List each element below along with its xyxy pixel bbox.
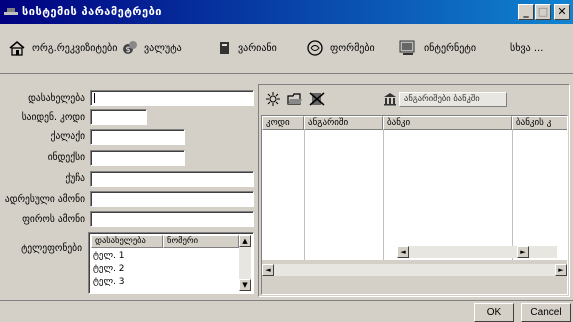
city-label: ქალაქი <box>50 131 85 142</box>
grid-header: კოდი ანგარიში ბანკი ბანკის კ <box>262 116 567 130</box>
bank-accounts-field[interactable]: ანგარიშები ბანკში <box>399 92 507 107</box>
toolbar-currency-button[interactable]: $ ვალუტა <box>122 38 182 58</box>
toolbar-currency-label: ვალუტა <box>144 42 182 54</box>
fact-address-input[interactable] <box>91 212 253 226</box>
toolbar: ორგ.რეკვიზიტები $ ვალუტა ვარიანი ფორმები <box>0 24 573 74</box>
toolbar-requisites-button[interactable]: ორგ.რეკვიზიტები <box>8 38 117 58</box>
toolbar-requisites-label: ორგ.რეკვიზიტები <box>32 42 118 54</box>
settings-window: სისტემის პარამეტრები _ □ ✕ ორგ.რეკვიზიტე… <box>0 0 573 322</box>
street-label: ქუჩა <box>65 173 85 184</box>
minimize-button[interactable]: _ <box>518 4 534 20</box>
grid-col-account[interactable]: ანგარიში <box>304 116 383 130</box>
cancel-button[interactable]: Cancel <box>521 303 571 322</box>
book-icon <box>220 42 229 54</box>
phones-label: ტელეფონები <box>21 243 82 254</box>
column-divider <box>383 130 384 260</box>
scroll-down-button[interactable]: ▼ <box>239 279 251 291</box>
phones-table[interactable]: დასახელება ნომერი ტელ. 1 ტელ. 2 ტელ. 3 ▲… <box>88 232 254 294</box>
index-field[interactable] <box>90 150 185 166</box>
bank-accounts-grid[interactable]: კოდი ანგარიში ბანკი ბანკის კ ◄ ► ◄ ► <box>261 115 568 295</box>
legal-address-label: ადრესული ამონი <box>4 194 85 205</box>
phones-vertical-scrollbar[interactable]: ▲ ▼ <box>239 235 251 291</box>
tax-code-label: საიდენ. კოდი <box>21 112 85 123</box>
fact-address-field[interactable] <box>90 211 254 227</box>
scroll-right-button[interactable]: ► <box>517 246 529 258</box>
legal-address-field[interactable] <box>90 191 254 207</box>
name-input[interactable] <box>91 91 253 105</box>
bank-icon <box>384 93 396 106</box>
legal-address-input[interactable] <box>91 192 253 206</box>
toolbar-internet-button[interactable]: ინტერნეტი <box>398 38 476 58</box>
text-caret <box>94 93 95 103</box>
grid-col-code[interactable]: კოდი <box>262 116 304 130</box>
grid-col-bank[interactable]: ბანკი <box>383 116 512 130</box>
city-input[interactable] <box>91 130 184 144</box>
internet-icon <box>399 40 415 55</box>
street-field[interactable] <box>90 171 254 187</box>
phones-col-number[interactable]: ნომერი <box>163 235 239 248</box>
bank-accounts-panel: ანგარიშები ბანკში კოდი ანგარიში ბანკი ბა… <box>258 84 570 297</box>
tax-code-field[interactable] <box>90 109 147 125</box>
toolbar-other-label: სხვა ... <box>510 42 544 54</box>
title-bar[interactable]: სისტემის პარამეტრები _ □ ✕ <box>0 0 573 24</box>
separator <box>0 300 573 301</box>
window-title: სისტემის პარამეტრები <box>22 5 162 18</box>
ok-button[interactable]: OK <box>474 303 514 322</box>
scroll-up-button[interactable]: ▲ <box>239 235 251 247</box>
grid-col-bank-code[interactable]: ბანკის კ <box>512 116 567 130</box>
name-field[interactable] <box>90 90 254 106</box>
scroll-left-button[interactable]: ◄ <box>397 246 409 258</box>
list-item[interactable]: ტელ. 1 <box>93 251 125 261</box>
sun-icon[interactable] <box>265 91 281 107</box>
list-item[interactable]: ტელ. 2 <box>93 264 125 274</box>
open-folder-icon[interactable] <box>287 91 303 107</box>
toolbar-plan-label: ვარიანი <box>238 42 277 54</box>
list-item[interactable]: ტელ. 3 <box>93 277 125 287</box>
bank-toolbar: ანგარიშები ბანკში <box>259 85 569 113</box>
column-divider <box>304 130 305 260</box>
column-divider <box>512 130 513 260</box>
scroll-right-button[interactable]: ► <box>555 264 567 276</box>
toolbar-other-button[interactable]: სხვა ... <box>510 38 543 58</box>
phones-header: დასახელება ნომერი <box>91 235 239 248</box>
toolbar-plan-button[interactable]: ვარიანი <box>218 38 277 58</box>
toolbar-forms-label: ფორმები <box>330 42 375 54</box>
currency-icon: $ <box>123 41 137 54</box>
tax-code-input[interactable] <box>91 110 146 124</box>
forms-icon <box>307 40 323 56</box>
name-label: დასახელება <box>28 93 85 104</box>
close-button[interactable]: ✕ <box>554 4 570 20</box>
delete-icon[interactable] <box>309 91 325 107</box>
fact-address-label: ფიროს ამონი <box>22 214 85 225</box>
phones-col-name[interactable]: დასახელება <box>91 235 163 248</box>
city-field[interactable] <box>90 129 185 145</box>
scroll-left-button[interactable]: ◄ <box>262 264 274 276</box>
grid-horizontal-scrollbar[interactable]: ◄ ► <box>262 264 567 276</box>
street-input[interactable] <box>91 172 253 186</box>
home-icon <box>9 41 25 56</box>
maximize-button[interactable]: □ <box>535 4 551 20</box>
toolbar-forms-button[interactable]: ფორმები <box>306 38 375 58</box>
index-label: ინდექსი <box>47 152 85 163</box>
toolbar-internet-label: ინტერნეტი <box>424 42 477 54</box>
app-icon <box>4 8 18 15</box>
grid-body[interactable] <box>262 130 567 260</box>
index-input[interactable] <box>91 151 184 165</box>
inner-horizontal-scrollbar[interactable]: ◄ ► <box>397 246 557 258</box>
